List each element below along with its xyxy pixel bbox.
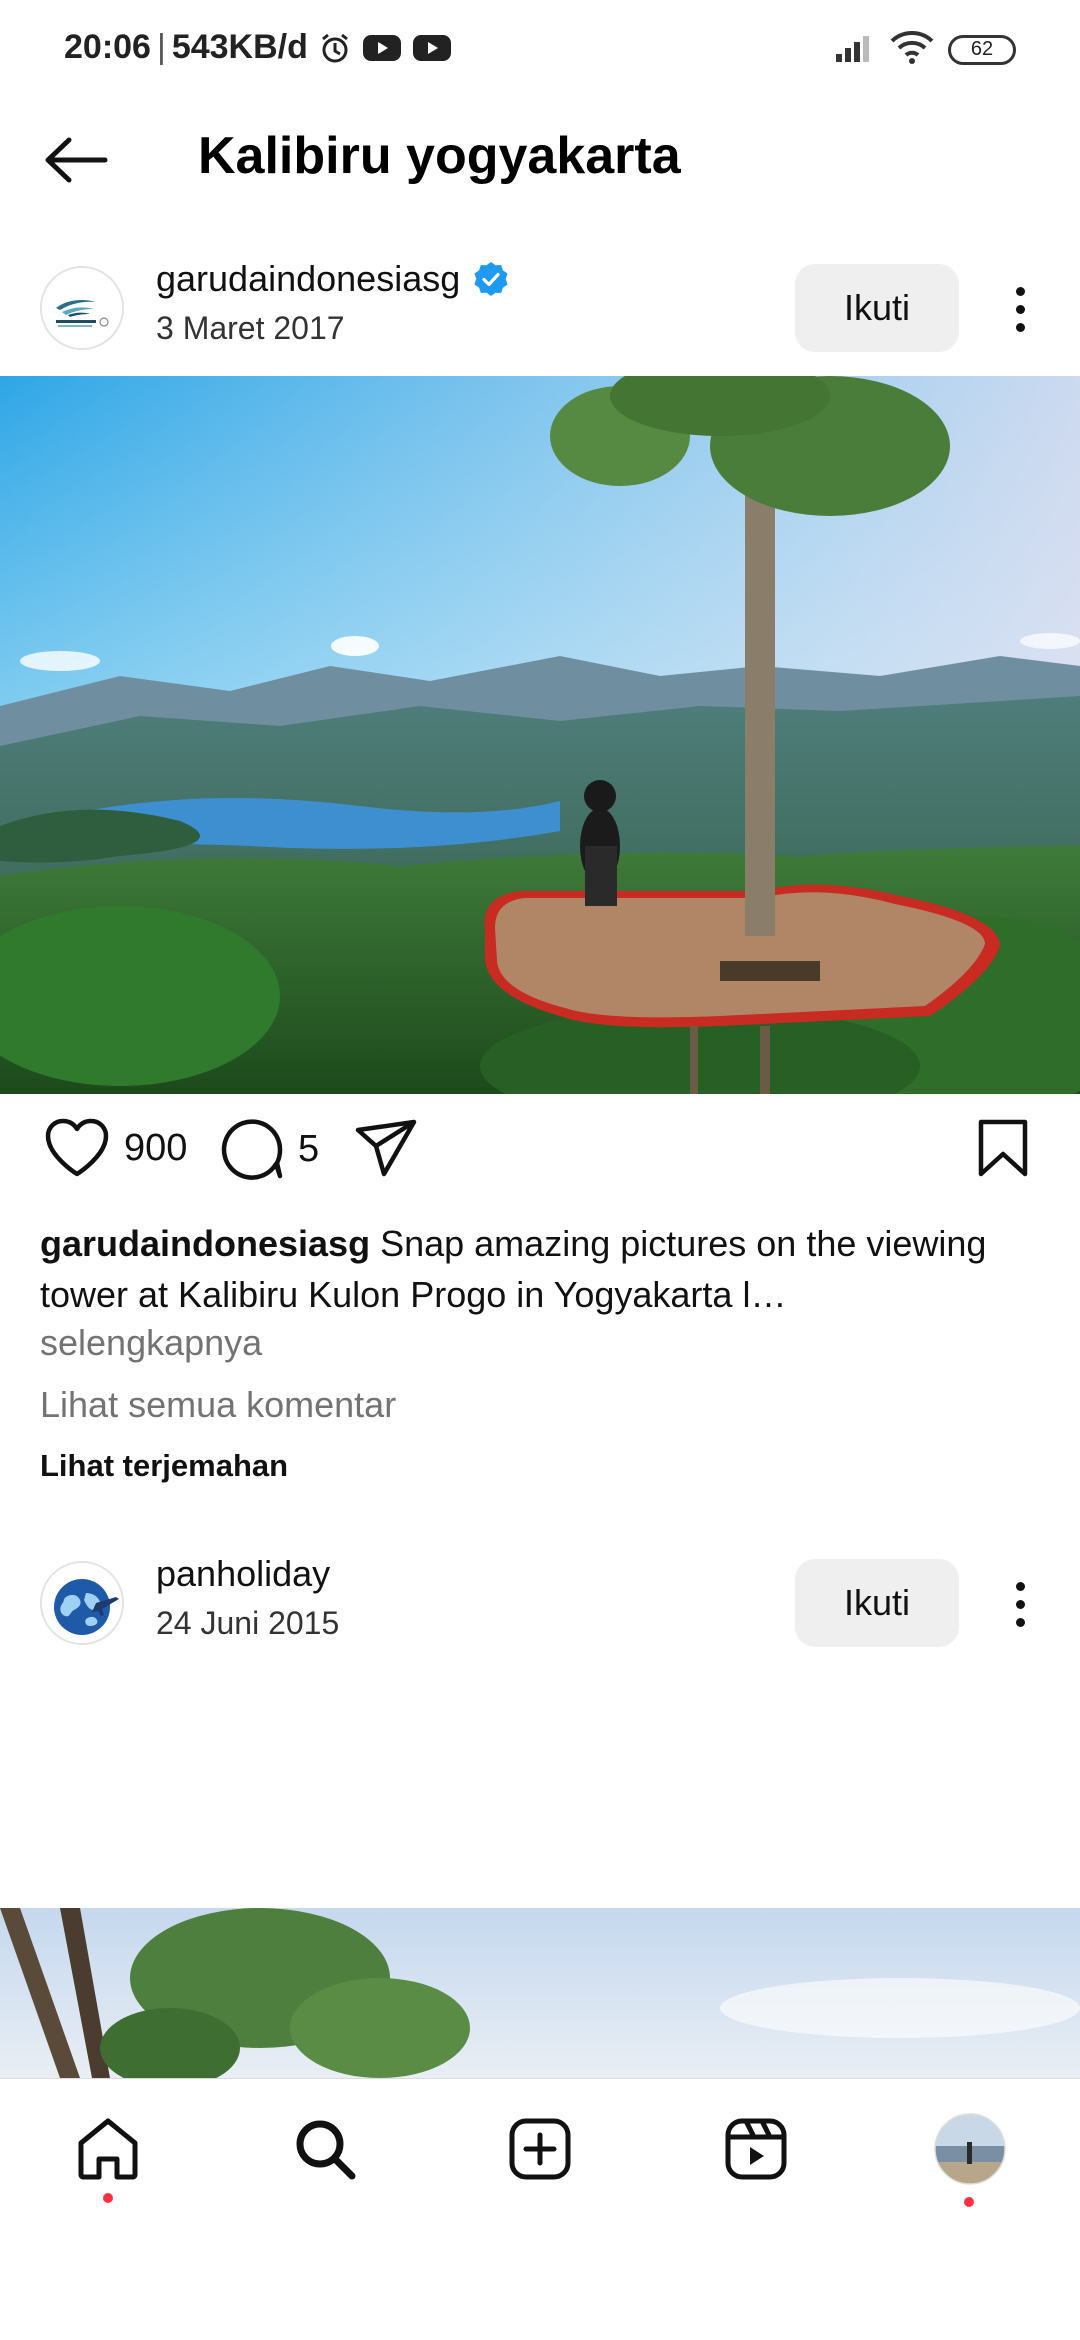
avatar[interactable] [40,266,124,350]
share-action[interactable] [354,1118,418,1178]
alarm-icon [318,31,352,65]
home-notification-dot [103,2193,113,2203]
post-image[interactable] [0,376,1080,1094]
search-icon [296,2120,356,2180]
back-button[interactable] [40,128,112,192]
username[interactable]: panholiday [156,1553,330,1595]
nav-create[interactable] [500,2109,580,2189]
like-count: 900 [124,1126,188,1169]
profile-avatar [934,2113,1006,2185]
comment-icon [221,1119,283,1180]
status-right: 62 [834,30,1016,69]
post-actions: 900 5 [0,1118,1080,1198]
wifi-icon [890,30,934,69]
battery-icon: 62 [948,34,1016,65]
save-action[interactable] [975,1118,1031,1178]
garuda-logo [42,268,122,348]
youtube-icon [412,33,452,63]
nav-reels[interactable] [716,2109,796,2189]
battery-level: 62 [970,38,994,60]
reels-icon [725,2118,787,2180]
send-icon [355,1119,417,1177]
home-icon [78,2118,138,2180]
heart-icon [45,1118,109,1177]
avatar[interactable] [40,1561,124,1645]
see-translation-link[interactable]: Lihat terjemahan [40,1448,288,1484]
verified-badge-icon [474,262,508,296]
status-speed: 543KB/d [171,28,308,66]
status-separator: | [156,28,166,66]
like-action[interactable]: 900 [44,1118,187,1178]
post-caption: garudaindonesiasg Snap amazing pictures … [40,1218,1040,1320]
status-bar: 20:06 | 543KB/d 62 [0,0,1080,100]
post-header: panholiday 24 Juni 2015 Ikuti [0,1545,1080,1665]
comment-count: 5 [298,1127,320,1170]
post-date: 24 Juni 2015 [156,1605,340,1641]
header: Kalibiru yogyakarta [0,110,1080,210]
bottom-nav [0,2078,1080,2340]
username-text: garudaindonesiasg [156,258,461,299]
status-time: 20:06 [64,28,151,66]
profile-notification-dot [964,2197,974,2207]
arrow-left-icon [45,137,108,183]
username[interactable]: garudaindonesiasg [156,258,510,300]
follow-button[interactable]: Ikuti [795,264,959,352]
comment-action[interactable]: 5 [220,1118,319,1180]
landscape-photo [0,376,1080,1094]
username-text: panholiday [156,1553,331,1594]
more-options-icon[interactable] [1000,1569,1040,1639]
nav-home[interactable] [68,2109,148,2203]
nav-search[interactable] [285,2109,365,2189]
create-icon [509,2118,571,2180]
youtube-icon [362,33,402,63]
more-link[interactable]: selengkapnya [40,1322,262,1364]
bookmark-icon [978,1119,1028,1177]
status-left: 20:06 | 543KB/d [64,28,452,67]
post-date: 3 Maret 2017 [156,310,345,346]
more-options-icon[interactable] [1000,274,1040,344]
post-image[interactable] [0,1908,1080,2078]
signal-icon [834,32,876,67]
globe-logo [42,1563,122,1643]
follow-button[interactable]: Ikuti [795,1559,959,1647]
caption-username[interactable]: garudaindonesiasg [40,1223,370,1264]
view-all-comments-link[interactable]: Lihat semua komentar [40,1384,396,1426]
page-title: Kalibiru yogyakarta [198,127,681,185]
landscape-photo [0,1908,1080,2078]
nav-profile[interactable] [930,2109,1010,2207]
post-header: garudaindonesiasg 3 Maret 2017 Ikuti [0,250,1080,370]
